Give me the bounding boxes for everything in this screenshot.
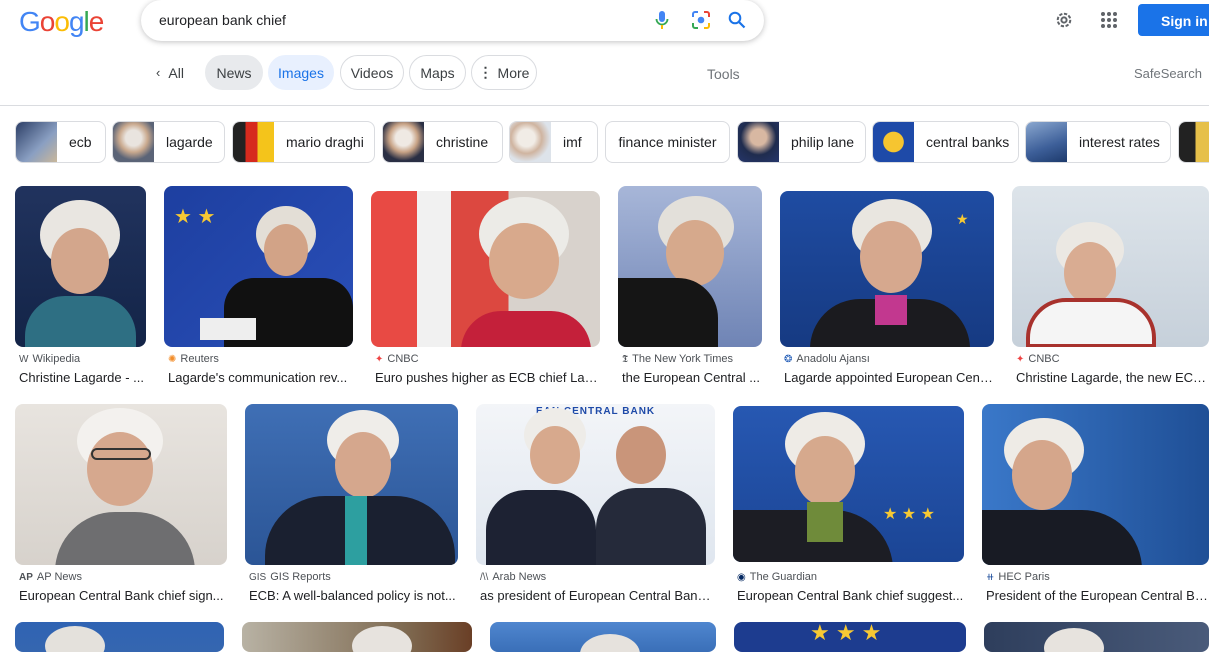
search-icon[interactable] — [726, 9, 748, 31]
chip-thumbnail — [113, 122, 154, 162]
tab-more[interactable]: ⋮ More — [471, 55, 537, 90]
related-chips: ecb lagarde mario draghi christine imf f… — [0, 121, 1209, 163]
search-box — [141, 0, 764, 41]
guardian-icon: ◉ — [737, 571, 746, 583]
chip-lagarde[interactable]: lagarde — [112, 121, 225, 163]
chip-thumbnail — [383, 122, 424, 162]
sign-in-button[interactable]: Sign in — [1138, 4, 1209, 36]
chip-thumbnail — [738, 122, 779, 162]
microphone-icon[interactable] — [651, 9, 673, 31]
more-vert-icon: ⋮ — [478, 64, 493, 80]
result-image — [245, 404, 458, 565]
result-image — [1012, 186, 1209, 347]
camera-lens-icon[interactable] — [690, 9, 712, 31]
chip-thumbnail — [1179, 122, 1209, 162]
result-image: ★ — [780, 191, 994, 347]
chip-philip-lane[interactable]: philip lane — [737, 121, 866, 163]
result-image: ★ ★ ★ — [733, 406, 964, 562]
tab-all[interactable]: ‹ All — [148, 55, 192, 90]
ap-icon: AP — [19, 571, 33, 583]
cnbc-icon: ✦ — [375, 353, 384, 365]
result-image — [242, 622, 472, 652]
google-logo[interactable]: Google — [19, 6, 104, 38]
tools-button[interactable]: Tools — [707, 66, 740, 82]
tab-news[interactable]: News — [205, 55, 263, 90]
wikipedia-icon: W — [19, 353, 29, 365]
search-input[interactable] — [159, 10, 629, 30]
chip-christine[interactable]: christine — [382, 121, 503, 163]
result-image: ★ ★ — [164, 186, 353, 347]
reuters-icon: ✺ — [168, 353, 177, 365]
result-image: EAN CENTRAL BANK — [476, 404, 715, 565]
result-image — [982, 404, 1209, 565]
tab-videos[interactable]: Videos — [340, 55, 404, 90]
chip-thumbnail — [16, 122, 57, 162]
chip-finance-minister[interactable]: finance minister — [605, 121, 730, 163]
euro-sign-icon — [873, 122, 914, 162]
tab-images[interactable]: Images — [268, 55, 334, 90]
chip-thumbnail — [510, 122, 551, 162]
hec-icon: ⧺ — [986, 571, 995, 583]
cnbc-icon: ✦ — [1016, 353, 1025, 365]
result-image: ★ ★ ★ — [734, 622, 966, 652]
chip-central-banks[interactable]: central banks — [872, 121, 1019, 163]
result-image — [984, 622, 1209, 652]
chip-thumbnail — [233, 122, 274, 162]
chip-ecb[interactable]: ecb — [15, 121, 106, 163]
apps-grid-icon[interactable] — [1097, 8, 1121, 32]
result-image — [15, 186, 146, 347]
anadolu-icon: ❂ — [784, 353, 793, 365]
chevron-left-icon: ‹ — [156, 65, 161, 80]
safesearch-button[interactable]: SafeSearch — [1134, 66, 1202, 81]
result-image — [618, 186, 762, 347]
result-image — [15, 404, 227, 565]
chip-imf[interactable]: imf — [509, 121, 598, 163]
chip-mario-draghi[interactable]: mario draghi — [232, 121, 375, 163]
header: Google Sign in ‹ All News Images Videos … — [0, 0, 1209, 106]
chip-interest-rates[interactable]: interest rates — [1025, 121, 1171, 163]
arab-news-icon: /\\ — [480, 571, 489, 583]
gis-icon: GIS — [249, 571, 267, 583]
nyt-icon: 𝕿 — [622, 353, 629, 365]
tab-maps[interactable]: Maps — [409, 55, 466, 90]
chip-thumbnail — [1026, 122, 1067, 162]
result-image — [371, 191, 600, 347]
result-image — [490, 622, 716, 652]
search-tabs: ‹ All News Images Videos Maps ⋮ More — [0, 55, 1209, 91]
chip-more[interactable] — [1178, 121, 1209, 163]
result-image — [15, 622, 224, 652]
gear-icon[interactable] — [1052, 8, 1076, 32]
